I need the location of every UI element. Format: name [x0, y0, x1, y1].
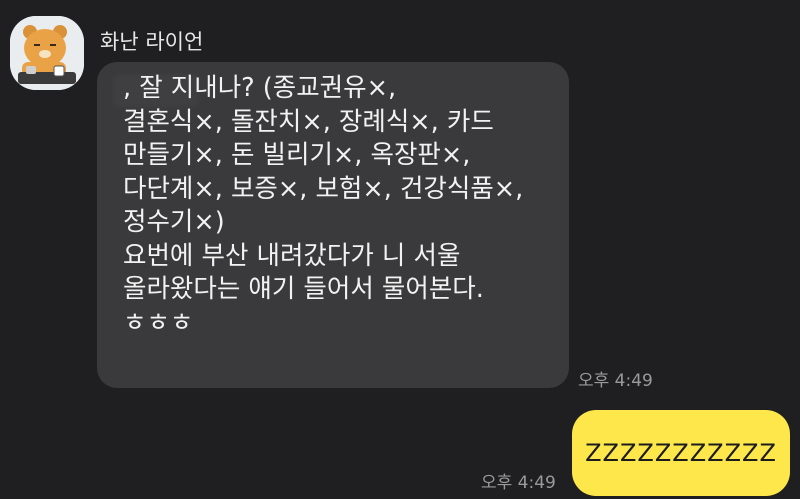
incoming-message-text: , 잘 지내나? (종교권유×, 결혼식×, 돌잔치×, 장례식×, 카드 만들… [123, 73, 524, 338]
incoming-message-bubble[interactable]: , 잘 지내나? (종교권유×, 결혼식×, 돌잔치×, 장례식×, 카드 만들… [97, 62, 569, 388]
outgoing-message-text: ZZZZZZZZZZZ [585, 439, 777, 467]
avatar[interactable] [10, 16, 84, 90]
sender-name: 화난 라이언 [100, 30, 204, 54]
incoming-message-time: 오후 4:49 [578, 371, 653, 391]
outgoing-message-bubble[interactable]: ZZZZZZZZZZZ [572, 410, 790, 496]
outgoing-message-time: 오후 4:49 [481, 473, 556, 493]
ryan-character-icon [10, 16, 84, 90]
